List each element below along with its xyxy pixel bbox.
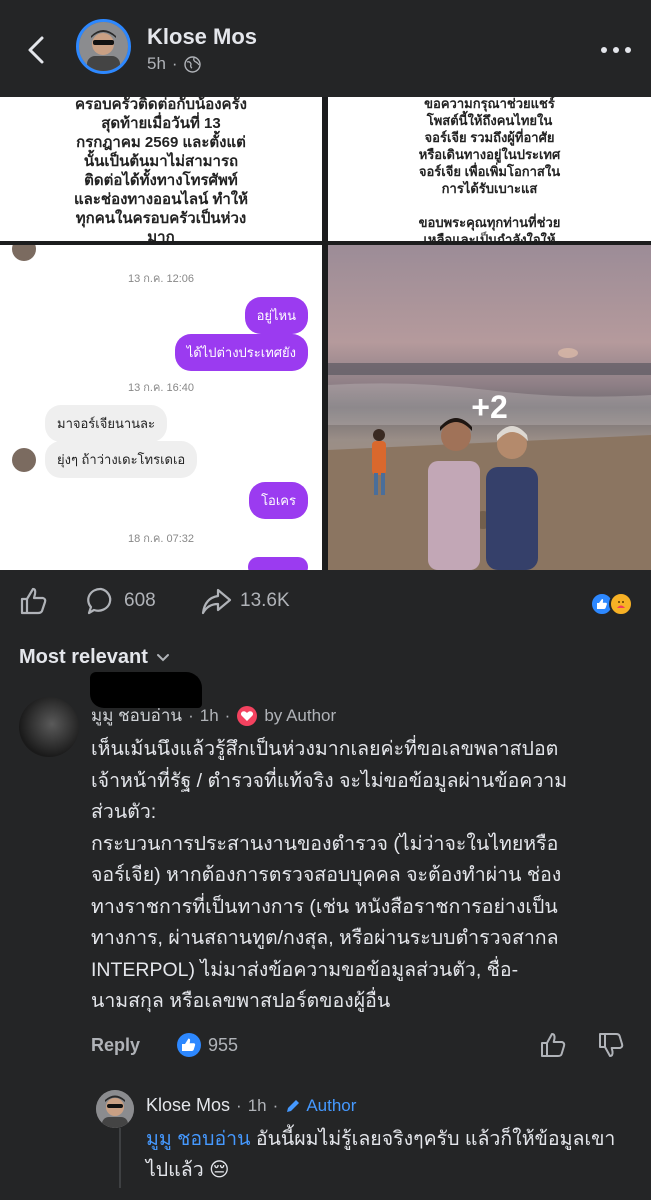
post-image-2[interactable]: ขอความกรุณาช่วยแชร์ โพสต์นี้ให้ถึงคนไทยใ… <box>328 97 651 241</box>
post-header: Klose Mos 5h · <box>0 0 651 97</box>
chat-avatar <box>12 448 36 472</box>
reaction-summary[interactable] <box>590 592 633 616</box>
chat-bubble-outgoing: โอเคร <box>249 482 308 519</box>
post-meta: 5h · <box>147 54 201 74</box>
chat-bubble-outgoing: ได้ไปต่างประเทศยัง <box>174 334 308 371</box>
image-2-text: ขอความกรุณาช่วยแชร์ โพสต์นี้ให้ถึงคนไทยใ… <box>418 97 561 241</box>
comment-bubble-icon <box>87 587 112 615</box>
reply-body: มูมู ชอบอ่าน อันนี้ผมไม่รู้เลยจริงๆครับ … <box>146 1124 636 1186</box>
mention-link[interactable]: มูมู ชอบอ่าน <box>146 1128 250 1150</box>
sort-label: Most relevant <box>19 646 148 668</box>
like-reaction-icon <box>177 1033 201 1057</box>
reply-button[interactable]: Reply <box>91 1035 140 1056</box>
post-time: 5h <box>147 54 166 73</box>
comment-actions: Reply 955 <box>91 1031 639 1061</box>
comments-count: 608 <box>124 590 156 611</box>
redaction-mark <box>90 672 202 708</box>
comment-button[interactable]: 608 <box>86 586 156 616</box>
meta-separator: · <box>272 1095 279 1115</box>
chevron-down-icon <box>156 653 169 661</box>
chat-timestamp: 13 ก.ค. 12:06 <box>127 273 194 285</box>
author-heart-badge-icon <box>237 705 258 726</box>
chat-bubble-incoming: ยุ่งๆ ถ้าว่างเดะโทรเดเอ <box>45 441 198 478</box>
author-label: Author <box>284 1096 356 1116</box>
like-button[interactable] <box>18 586 48 616</box>
meta-separator: · <box>188 705 194 725</box>
meta-separator: · <box>171 54 178 73</box>
post-image-3-chat-screenshot[interactable]: 13 ก.ค. 12:06 อยู่ไหน ได้ไปต่างประเทศยัง… <box>0 245 322 570</box>
thumbs-up-icon <box>541 1033 566 1057</box>
chat-timestamp: 13 ก.ค. 16:40 <box>127 382 194 394</box>
share-arrow-icon <box>201 588 232 615</box>
chevron-left-icon <box>28 36 44 64</box>
more-dots-icon <box>601 47 631 53</box>
reply-thread-line <box>119 1128 121 1188</box>
pencil-icon <box>287 1099 300 1112</box>
share-button[interactable]: 13.6K <box>200 586 290 616</box>
care-reaction-icon <box>609 592 633 616</box>
comment-body: เห็นเม้นนึงแล้วรู้สึกเป็นห่วงมากเลยค่ะที… <box>91 738 568 1012</box>
comment-dislike-button[interactable] <box>597 1031 625 1059</box>
comment-time: 1h <box>199 705 219 725</box>
author-reaction-label: by Author <box>264 705 337 725</box>
reply-author-name[interactable]: Klose Mos <box>146 1095 230 1116</box>
chat-timestamp: 18 ก.ค. 07:32 <box>127 533 194 545</box>
commenter-avatar[interactable] <box>19 697 79 757</box>
comment-reactions[interactable]: 955 <box>177 1033 238 1057</box>
more-options-button[interactable] <box>596 38 636 62</box>
comments-sort-dropdown[interactable]: Most relevant <box>19 646 170 669</box>
comment-like-button[interactable] <box>539 1031 567 1059</box>
more-photos-overlay[interactable]: +2 <box>328 245 651 570</box>
chat-bubble-outgoing: อยู่ไหน <box>244 297 308 334</box>
post-image-1[interactable]: ครอบครัวติดต่อกับน้องครั้ง สุดท้ายเมื่อว… <box>0 97 322 241</box>
image-1-text: ครอบครัวติดต่อกับน้องครั้ง สุดท้ายเมื่อว… <box>73 97 249 241</box>
meta-separator: · <box>224 705 231 725</box>
post-image-4-beach[interactable]: +2 <box>328 245 651 570</box>
post-author-name[interactable]: Klose Mos <box>147 24 257 50</box>
thumbs-up-icon <box>20 587 47 615</box>
post-action-bar: 608 13.6K <box>0 580 651 626</box>
reply-time: 1h <box>247 1095 267 1115</box>
reply-author-avatar[interactable] <box>96 1090 134 1128</box>
chat-bubble-incoming: มาจอร์เจียนานละ <box>45 405 167 442</box>
shares-count: 13.6K <box>240 590 290 611</box>
post-image-grid: ครอบครัวติดต่อกับน้องครั้ง สุดท้ายเมื่อว… <box>0 97 651 570</box>
globe-icon <box>183 55 201 73</box>
meta-separator: · <box>236 1095 242 1115</box>
chat-bubble-outgoing-partial <box>248 557 308 570</box>
back-button[interactable] <box>18 30 54 70</box>
reply-meta: Klose Mos · 1h · Author <box>146 1095 356 1116</box>
chat-avatar <box>12 245 36 261</box>
author-label-text: Author <box>306 1095 357 1115</box>
thumbs-down-icon <box>599 1033 624 1057</box>
comment-likes-count: 955 <box>208 1034 239 1055</box>
author-avatar[interactable] <box>76 19 131 74</box>
